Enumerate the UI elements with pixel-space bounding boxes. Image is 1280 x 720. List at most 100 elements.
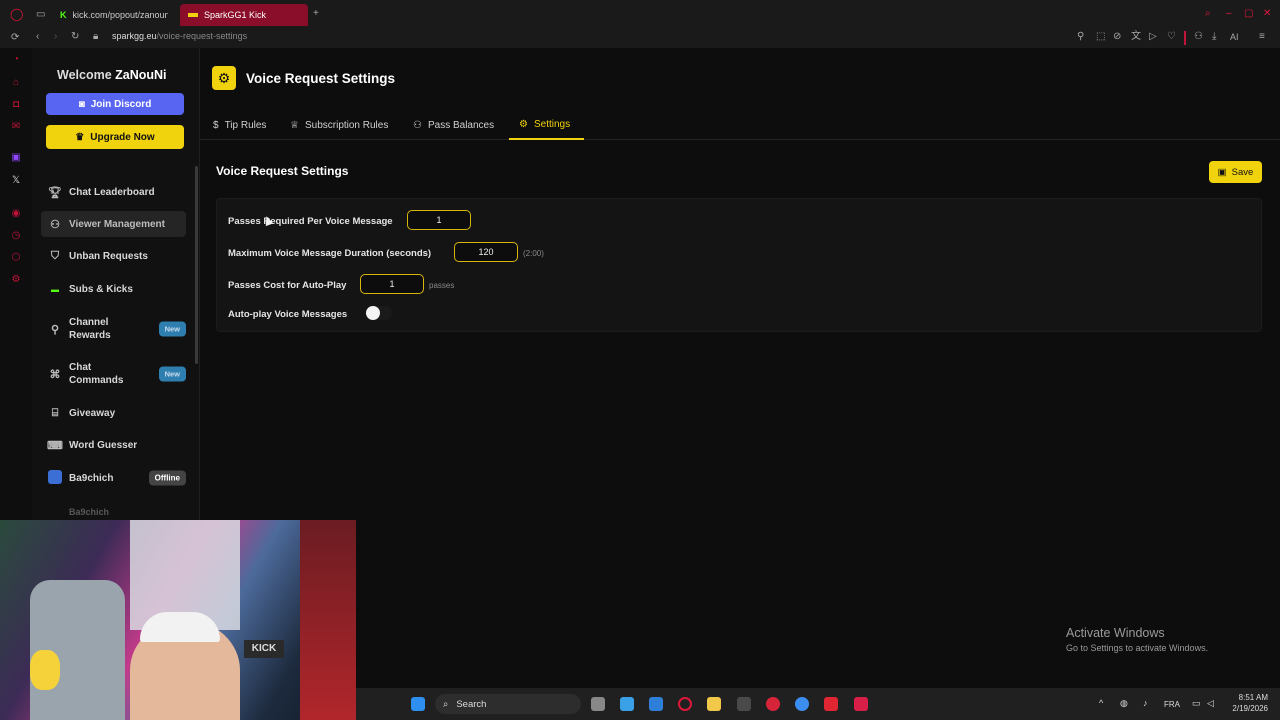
- menu-icon[interactable]: ≡: [1259, 32, 1265, 42]
- extensions-icon[interactable]: ⬡: [10, 252, 22, 264]
- screenshot-icon[interactable]: ▷: [1149, 32, 1157, 42]
- upgrade-label: Upgrade Now: [90, 131, 155, 143]
- clock-date: 2/19/2026: [1232, 704, 1268, 713]
- blocker-icon[interactable]: ⊘: [1113, 32, 1121, 42]
- sidebar-scrollbar[interactable]: [195, 166, 198, 364]
- new-badge: New: [158, 321, 186, 337]
- history-icon[interactable]: ◷: [10, 230, 22, 242]
- tab-label: Tip Rules: [224, 119, 267, 131]
- tab-subscription-rules[interactable]: ♕ Subscription Rules: [290, 110, 388, 140]
- mic-icon[interactable]: ♪: [1143, 698, 1148, 708]
- bag-icon[interactable]: ⌂: [10, 77, 22, 89]
- network-icon[interactable]: ◍: [1120, 698, 1128, 709]
- explorer-icon[interactable]: [707, 697, 721, 711]
- tab-sparkgg[interactable]: SparkGG1 Kick: [180, 4, 308, 26]
- upgrade-button[interactable]: ♛ Upgrade Now: [46, 125, 184, 149]
- mail-icon[interactable]: ✉: [10, 121, 22, 133]
- chrome-icon[interactable]: [795, 697, 809, 711]
- app-pink-icon[interactable]: [854, 697, 868, 711]
- passes-required-input[interactable]: 1: [407, 210, 471, 230]
- speed-dial-icon[interactable]: ◔: [10, 54, 22, 66]
- maximize-icon[interactable]: ▢: [1244, 9, 1253, 19]
- app-icon[interactable]: [737, 697, 751, 711]
- sidebar-item-subs-kicks[interactable]: ▬ Subs & Kicks: [41, 276, 186, 302]
- tab-label: SparkGG1 Kick: [204, 10, 267, 20]
- sidebar-item-viewer-management[interactable]: ⚇ Viewer Management: [41, 211, 186, 237]
- users-icon: ⚇: [50, 218, 60, 231]
- autoplay-cost-input[interactable]: 1: [360, 274, 424, 294]
- tab-menu-icon[interactable]: ▭: [36, 10, 45, 20]
- translate-icon[interactable]: 文: [1131, 32, 1141, 42]
- windows-start-icon[interactable]: [411, 697, 425, 711]
- input-language[interactable]: FRA: [1164, 700, 1180, 709]
- sidebar-item-channel-rewards[interactable]: ⚲ Channel Rewards New: [41, 312, 186, 346]
- user-icon: ⚇: [413, 119, 422, 131]
- keyboard-icon: ⌨: [47, 439, 63, 452]
- volume-icon[interactable]: ◁: [1207, 698, 1214, 709]
- gear-icon: ⚙: [212, 66, 236, 90]
- forward-icon[interactable]: ›: [54, 32, 57, 42]
- search-tabs-icon[interactable]: ⌕: [1205, 9, 1211, 19]
- tab-kick-popout[interactable]: K kick.com/popout/zanouni/: [52, 4, 176, 26]
- twitch-icon[interactable]: ▣: [10, 152, 22, 164]
- welcome-text: Welcome ZaNouNi: [57, 68, 167, 82]
- gift-icon: ⌸: [51, 406, 59, 419]
- command-icon: ⌘: [49, 368, 61, 381]
- sidebar-item-chat-leaderboard[interactable]: 🏆︎ Chat Leaderboard: [41, 179, 186, 205]
- display-icon[interactable]: ▭: [1192, 698, 1201, 709]
- tray-chevron-icon[interactable]: ^: [1099, 698, 1103, 708]
- taskbar-search[interactable]: ⌕ Search: [435, 694, 581, 714]
- gear-icon: ⚙: [519, 118, 528, 130]
- lock-icon: 🔒︎: [93, 31, 99, 42]
- opera-logo-icon[interactable]: ◯: [10, 8, 23, 20]
- ai-icon[interactable]: AI: [1230, 32, 1239, 42]
- close-icon[interactable]: ✕: [1263, 9, 1271, 19]
- snapshot-icon[interactable]: ⬚: [1096, 32, 1105, 42]
- heart-icon[interactable]: ♡: [1167, 32, 1176, 42]
- settings-side-icon[interactable]: ⚙: [10, 274, 22, 286]
- trophy-icon: 🏆︎: [48, 186, 62, 199]
- sidebar-item-unban-requests[interactable]: ⛉ Unban Requests: [41, 243, 186, 269]
- webcam-overlay: KICK: [0, 520, 356, 720]
- autoplay-toggle[interactable]: [366, 306, 392, 320]
- app-red-2-icon[interactable]: [824, 697, 838, 711]
- tab-pass-balances[interactable]: ⚇ Pass Balances: [413, 110, 494, 140]
- store-icon[interactable]: [649, 697, 663, 711]
- minimize-icon[interactable]: –: [1226, 9, 1232, 19]
- task-view-icon[interactable]: [591, 697, 605, 711]
- player-icon[interactable]: ◉: [10, 208, 22, 220]
- sidebar-item-ba9chich[interactable]: Ba9chich Offline: [41, 465, 186, 491]
- sidebar-item-word-guesser[interactable]: ⌨ Word Guesser: [41, 432, 186, 458]
- welcome-prefix: Welcome: [57, 68, 112, 82]
- duration-hint: (2:00): [523, 249, 544, 258]
- username: ZaNouNi: [115, 68, 167, 82]
- download-icon[interactable]: ⤓: [1212, 32, 1216, 42]
- join-discord-button[interactable]: ◙ Join Discord: [46, 93, 184, 115]
- new-tab-icon[interactable]: +: [313, 9, 319, 19]
- sidebar-item-label: Word Guesser: [69, 439, 138, 451]
- pin-icon[interactable]: ⚲: [1077, 32, 1084, 42]
- sidebar-item-label: Ba9chich: [69, 507, 110, 517]
- opera-taskbar-icon[interactable]: [678, 697, 692, 711]
- tab-settings[interactable]: ⚙ Settings: [509, 110, 584, 140]
- tab-tip-rules[interactable]: $ Tip Rules: [213, 110, 266, 140]
- max-duration-input[interactable]: 120: [454, 242, 518, 262]
- sidebar-item-label: Unban Requests: [69, 250, 148, 262]
- settings-tabs: $ Tip Rules ♕ Subscription Rules ⚇ Pass …: [200, 110, 1280, 140]
- toggle-knob: [366, 306, 380, 320]
- copilot-icon[interactable]: [620, 697, 634, 711]
- profile-icon[interactable]: ⚇: [1194, 32, 1203, 42]
- messenger-icon[interactable]: ◘: [10, 99, 22, 111]
- sidebar-item-giveaway[interactable]: ⌸ Giveaway: [41, 400, 186, 426]
- clock[interactable]: 8:51 AM 2/19/2026: [1222, 693, 1268, 713]
- sidebar-item-chat-commands[interactable]: ⌘ Chat Commands New: [41, 357, 186, 391]
- x-icon[interactable]: 𝕏: [10, 175, 22, 187]
- reload-icon[interactable]: ↻: [71, 32, 79, 42]
- sidebar-item-label: Chat Commands: [69, 362, 124, 386]
- url-field[interactable]: sparkgg.eu/voice-request-settings: [112, 31, 247, 41]
- reload-side-icon[interactable]: ⟳: [11, 33, 19, 43]
- url-domain: sparkgg.eu: [112, 31, 157, 41]
- back-icon[interactable]: ‹: [36, 32, 39, 42]
- app-red-icon[interactable]: [766, 697, 780, 711]
- save-button[interactable]: ▣ Save: [1209, 161, 1262, 183]
